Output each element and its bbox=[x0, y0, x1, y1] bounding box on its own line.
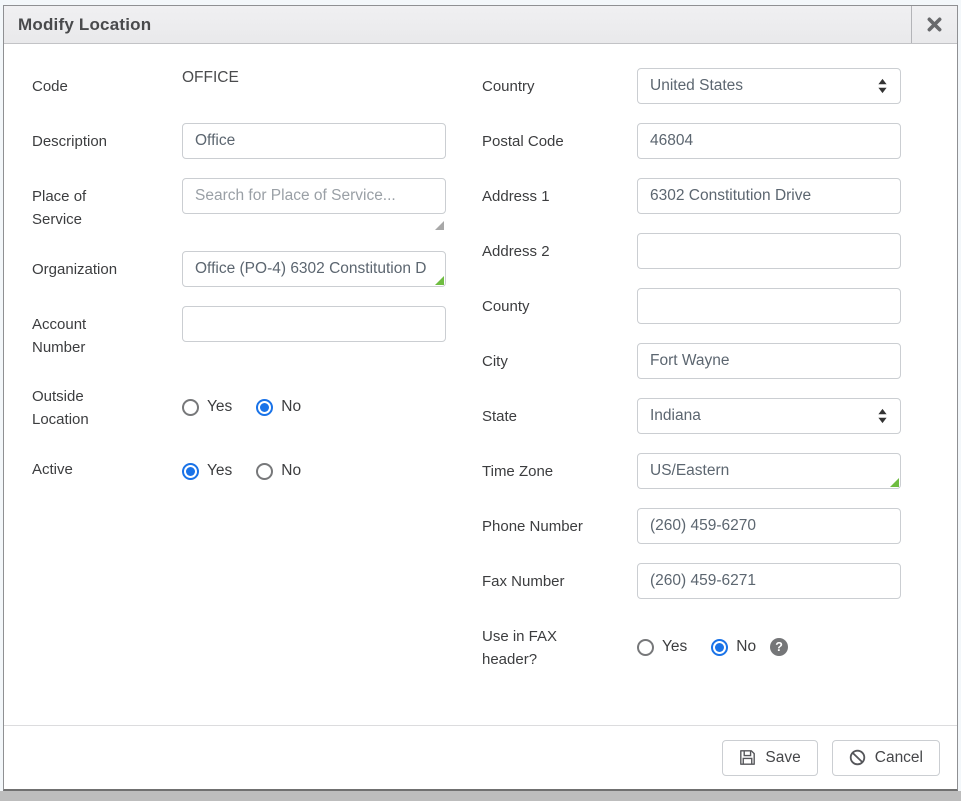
active-yes-radio[interactable]: Yes bbox=[182, 462, 232, 480]
radio-option-label: No bbox=[281, 462, 301, 480]
phone-number-input[interactable] bbox=[637, 508, 901, 544]
page-backdrop-strip bbox=[0, 791, 961, 801]
use-in-fax-header-yes-radio[interactable]: Yes bbox=[637, 638, 687, 656]
field-row-place-of-service: Place of Service bbox=[32, 178, 446, 232]
country-select[interactable]: United States bbox=[637, 68, 901, 104]
fax-number-label: Fax Number bbox=[482, 563, 637, 599]
code-value: OFFICE bbox=[182, 68, 446, 87]
address1-label: Address 1 bbox=[482, 178, 637, 214]
active-no-radio[interactable]: No bbox=[256, 462, 301, 480]
typeahead-corner-icon bbox=[435, 221, 444, 230]
radio-icon bbox=[182, 463, 199, 480]
field-row-outside-location: Outside Location Yes No bbox=[32, 378, 446, 432]
up-down-triangles-icon bbox=[877, 78, 888, 94]
postal-code-input[interactable] bbox=[637, 123, 901, 159]
time-zone-input[interactable] bbox=[637, 453, 901, 489]
save-button-label: Save bbox=[765, 749, 800, 767]
address2-label: Address 2 bbox=[482, 233, 637, 269]
place-of-service-label: Place of Service bbox=[32, 178, 182, 232]
phone-number-label: Phone Number bbox=[482, 508, 637, 544]
radio-option-label: Yes bbox=[207, 398, 232, 416]
radio-option-label: No bbox=[281, 398, 301, 416]
field-row-address1: Address 1 bbox=[482, 178, 901, 214]
postal-code-label: Postal Code bbox=[482, 123, 637, 159]
state-select[interactable]: Indiana bbox=[637, 398, 901, 434]
organization-input[interactable] bbox=[182, 251, 446, 287]
field-row-account-number: Account Number bbox=[32, 306, 446, 360]
field-row-description: Description bbox=[32, 123, 446, 159]
account-number-input[interactable] bbox=[182, 306, 446, 342]
field-row-phone-number: Phone Number bbox=[482, 508, 901, 544]
radio-icon bbox=[637, 639, 654, 656]
radio-icon bbox=[711, 639, 728, 656]
form-column-right: Country United States Postal Code bbox=[482, 68, 901, 725]
description-input[interactable] bbox=[182, 123, 446, 159]
modal-footer: Save Cancel bbox=[4, 725, 957, 789]
field-row-county: County bbox=[482, 288, 901, 324]
radio-option-label: No bbox=[736, 638, 756, 656]
use-in-fax-header-label: Use in FAX header? bbox=[482, 618, 637, 672]
active-radio-group: Yes No bbox=[182, 451, 446, 487]
modal-header: Modify Location bbox=[4, 6, 957, 44]
outside-location-yes-radio[interactable]: Yes bbox=[182, 398, 232, 416]
radio-option-label: Yes bbox=[207, 462, 232, 480]
field-row-postal-code: Postal Code bbox=[482, 123, 901, 159]
radio-icon bbox=[256, 463, 273, 480]
account-number-label: Account Number bbox=[32, 306, 182, 360]
place-of-service-input[interactable] bbox=[182, 178, 446, 214]
field-row-fax-number: Fax Number bbox=[482, 563, 901, 599]
radio-icon bbox=[182, 399, 199, 416]
typeahead-corner-icon bbox=[435, 276, 444, 285]
radio-option-label: Yes bbox=[662, 638, 687, 656]
organization-label: Organization bbox=[32, 251, 182, 287]
outside-location-label: Outside Location bbox=[32, 378, 182, 432]
state-label: State bbox=[482, 398, 637, 434]
modal-body: Code OFFICE Description Place of Service… bbox=[4, 44, 957, 725]
form-column-left: Code OFFICE Description Place of Service… bbox=[32, 68, 446, 725]
field-row-code: Code OFFICE bbox=[32, 68, 446, 104]
active-label: Active bbox=[32, 451, 182, 487]
use-in-fax-header-no-radio[interactable]: No bbox=[711, 638, 756, 656]
field-row-time-zone: Time Zone bbox=[482, 453, 901, 489]
field-row-active: Active Yes No bbox=[32, 451, 446, 487]
field-row-organization: Organization bbox=[32, 251, 446, 287]
address2-input[interactable] bbox=[637, 233, 901, 269]
field-row-country: Country United States bbox=[482, 68, 901, 104]
up-down-triangles-icon bbox=[877, 408, 888, 424]
field-row-state: State Indiana bbox=[482, 398, 901, 434]
use-in-fax-header-radio-group: Yes No ? bbox=[637, 618, 901, 672]
outside-location-radio-group: Yes No bbox=[182, 378, 446, 432]
radio-icon bbox=[256, 399, 273, 416]
field-row-address2: Address 2 bbox=[482, 233, 901, 269]
cancel-button[interactable]: Cancel bbox=[832, 740, 940, 776]
country-select-value: United States bbox=[650, 77, 877, 95]
city-input[interactable] bbox=[637, 343, 901, 379]
cancel-button-label: Cancel bbox=[875, 749, 923, 767]
modify-location-modal: Modify Location Code OFFICE Description … bbox=[3, 5, 958, 791]
state-select-value: Indiana bbox=[650, 407, 877, 425]
fax-number-input[interactable] bbox=[637, 563, 901, 599]
field-row-use-in-fax-header: Use in FAX header? Yes No ? bbox=[482, 618, 901, 672]
country-label: Country bbox=[482, 68, 637, 104]
outside-location-no-radio[interactable]: No bbox=[256, 398, 301, 416]
city-label: City bbox=[482, 343, 637, 379]
typeahead-corner-icon bbox=[890, 478, 899, 487]
description-label: Description bbox=[32, 123, 182, 159]
floppy-disk-icon bbox=[739, 749, 756, 766]
close-icon bbox=[927, 17, 942, 32]
modal-title: Modify Location bbox=[18, 15, 151, 35]
save-button[interactable]: Save bbox=[722, 740, 817, 776]
code-label: Code bbox=[32, 68, 182, 104]
time-zone-label: Time Zone bbox=[482, 453, 637, 489]
address1-input[interactable] bbox=[637, 178, 901, 214]
field-row-city: City bbox=[482, 343, 901, 379]
close-button[interactable] bbox=[911, 6, 957, 43]
county-label: County bbox=[482, 288, 637, 324]
county-input[interactable] bbox=[637, 288, 901, 324]
help-icon[interactable]: ? bbox=[770, 638, 788, 656]
ban-icon bbox=[849, 749, 866, 766]
